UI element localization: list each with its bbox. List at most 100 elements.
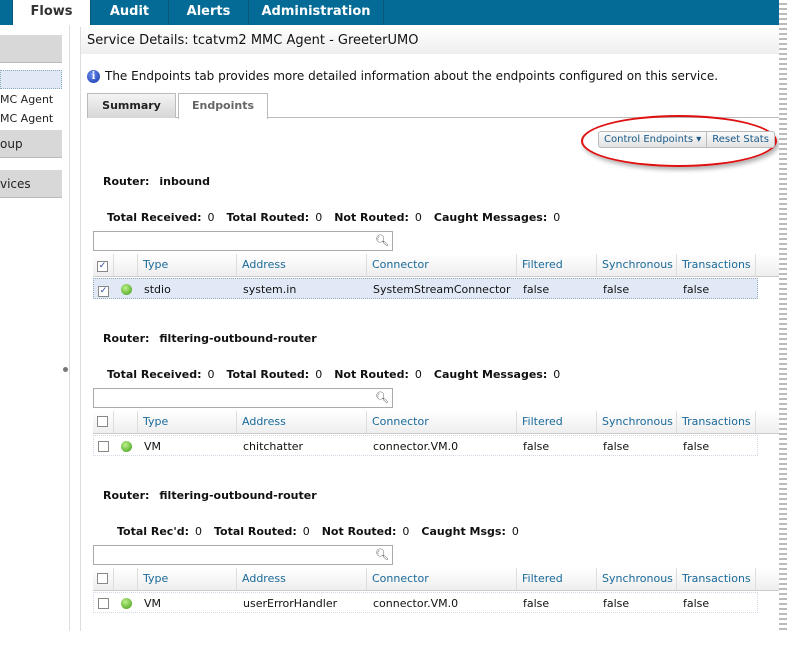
cell-filtered: false	[523, 283, 550, 296]
column-header-transactions[interactable]: Transactions	[677, 254, 756, 276]
endpoint-search-input[interactable]: 🔍︎	[93, 388, 393, 408]
stat-label: Total Routed:	[213, 525, 297, 538]
column-header-type[interactable]: Type	[138, 254, 237, 276]
column-header-transactions[interactable]: Transactions	[677, 411, 756, 433]
column-header-filtered[interactable]: Filtered	[517, 254, 597, 276]
table-header: Type Address Connector Filtered Synchronous T…	[93, 411, 783, 434]
sidebar-selected-item[interactable]	[0, 70, 62, 89]
stat-label: Caught Msgs:	[421, 525, 506, 538]
tab-audit[interactable]: Audit	[90, 0, 168, 25]
cell-type: VM	[144, 440, 162, 453]
column-header-address[interactable]: Address	[237, 568, 367, 590]
stat-label: Total Received:	[107, 211, 202, 224]
torn-edge	[779, 0, 787, 631]
table-row[interactable]: VM chitchatter connector.VM.0 false false fal…	[93, 435, 758, 456]
cell-filtered: false	[523, 597, 550, 610]
sidebar-button-group[interactable]: oup	[0, 130, 62, 158]
select-all-cell: ✓	[93, 254, 114, 276]
stat-value: 0	[414, 211, 422, 224]
row-checkbox[interactable]	[98, 598, 109, 609]
sidebar: MC Agent MC Agent oup vices	[0, 25, 70, 631]
table-row[interactable]: ✓ stdio system.in SystemStreamConnector fals…	[93, 278, 758, 299]
status-column-header	[114, 568, 138, 590]
column-header-synchronous[interactable]: Synchronous	[597, 411, 677, 433]
stat-value: 0	[315, 368, 323, 381]
control-endpoints-button[interactable]: Control Endpoints ▾	[599, 132, 706, 147]
resize-handle[interactable]	[63, 367, 68, 372]
sidebar-button[interactable]	[0, 35, 62, 63]
stat-value: 0	[553, 368, 561, 381]
router-section: Router: filtering-outbound-router Total R…	[93, 489, 783, 649]
tab-endpoints[interactable]: Endpoints	[178, 93, 268, 119]
reset-stats-button[interactable]: Reset Stats	[706, 132, 774, 147]
row-checkbox[interactable]: ✓	[98, 286, 109, 297]
router-title: Router: filtering-outbound-router	[103, 332, 317, 345]
tab-summary[interactable]: Summary	[87, 93, 176, 118]
table-header: ✓ Type Address Connector Filtered Synchronous…	[93, 254, 783, 277]
cell-type: stdio	[144, 283, 171, 296]
stat-label: Caught Messages:	[433, 368, 548, 381]
dropdown-arrow-icon: ▾	[696, 134, 702, 145]
stat-value: 0	[207, 211, 215, 224]
status-column-header	[114, 411, 138, 433]
status-green-icon	[121, 598, 132, 609]
tab-flows[interactable]: Flows	[12, 0, 90, 25]
row-checkbox[interactable]	[98, 441, 109, 452]
column-header-type[interactable]: Type	[138, 568, 237, 590]
column-header-synchronous[interactable]: Synchronous	[597, 568, 677, 590]
cell-address: userErrorHandler	[243, 597, 338, 610]
column-header-address[interactable]: Address	[237, 411, 367, 433]
router-totals: Total Received: 0 Total Routed: 0 Not Routed…	[107, 211, 572, 224]
stat-label: Not Routed:	[334, 211, 409, 224]
column-header-filtered[interactable]: Filtered	[517, 411, 597, 433]
router-section: Router: filtering-outbound-router Total R…	[93, 332, 783, 492]
tab-alerts[interactable]: Alerts	[168, 0, 248, 25]
row-select-cell	[94, 436, 115, 455]
stat-value: 0	[402, 525, 410, 538]
column-header-transactions[interactable]: Transactions	[677, 568, 756, 590]
nav-filler	[383, 0, 780, 25]
sidebar-button-services[interactable]: vices	[0, 170, 62, 198]
stat-value: 0	[315, 211, 323, 224]
stat-value: 0	[302, 525, 310, 538]
stat-value: 0	[414, 368, 422, 381]
cell-transactions: false	[683, 440, 710, 453]
cell-filtered: false	[523, 440, 550, 453]
cell-connector: connector.VM.0	[373, 597, 459, 610]
endpoint-search-input[interactable]: 🔍︎	[93, 231, 393, 251]
cell-connector: SystemStreamConnector	[373, 283, 511, 296]
cell-connector: connector.VM.0	[373, 440, 459, 453]
tab-administration[interactable]: Administration	[248, 0, 383, 25]
column-header-filtered[interactable]: Filtered	[517, 568, 597, 590]
column-header-address[interactable]: Address	[237, 254, 367, 276]
column-header-connector[interactable]: Connector	[367, 254, 517, 276]
router-title: Router: inbound	[103, 175, 210, 188]
cell-transactions: false	[683, 283, 710, 296]
cell-address: chitchatter	[243, 440, 304, 453]
router-name: inbound	[159, 175, 210, 188]
search-icon[interactable]: 🔍︎	[375, 234, 389, 247]
stat-label: Total Received:	[107, 368, 202, 381]
stat-label: Total Routed:	[226, 211, 310, 224]
endpoint-search-input[interactable]: 🔍︎	[93, 545, 393, 565]
search-icon[interactable]: 🔍︎	[375, 548, 389, 561]
select-all-cell	[93, 411, 114, 433]
cell-type: VM	[144, 597, 162, 610]
select-all-checkbox[interactable]	[97, 416, 108, 427]
table-row[interactable]: VM userErrorHandler connector.VM.0 false fal…	[93, 592, 758, 613]
column-header-synchronous[interactable]: Synchronous	[597, 254, 677, 276]
select-all-checkbox[interactable]: ✓	[97, 261, 108, 272]
sidebar-item[interactable]: MC Agent	[0, 112, 53, 125]
router-label: Router:	[103, 332, 150, 345]
info-text: The Endpoints tab provides more detailed…	[105, 69, 719, 83]
status-cell	[115, 593, 139, 612]
sidebar-item[interactable]: MC Agent	[0, 93, 53, 106]
stat-label: Not Routed:	[334, 368, 409, 381]
select-all-checkbox[interactable]	[97, 573, 108, 584]
search-icon[interactable]: 🔍︎	[375, 391, 389, 404]
stat-value: 0	[553, 211, 561, 224]
router-name: filtering-outbound-router	[159, 489, 317, 502]
column-header-connector[interactable]: Connector	[367, 411, 517, 433]
column-header-connector[interactable]: Connector	[367, 568, 517, 590]
column-header-type[interactable]: Type	[138, 411, 237, 433]
